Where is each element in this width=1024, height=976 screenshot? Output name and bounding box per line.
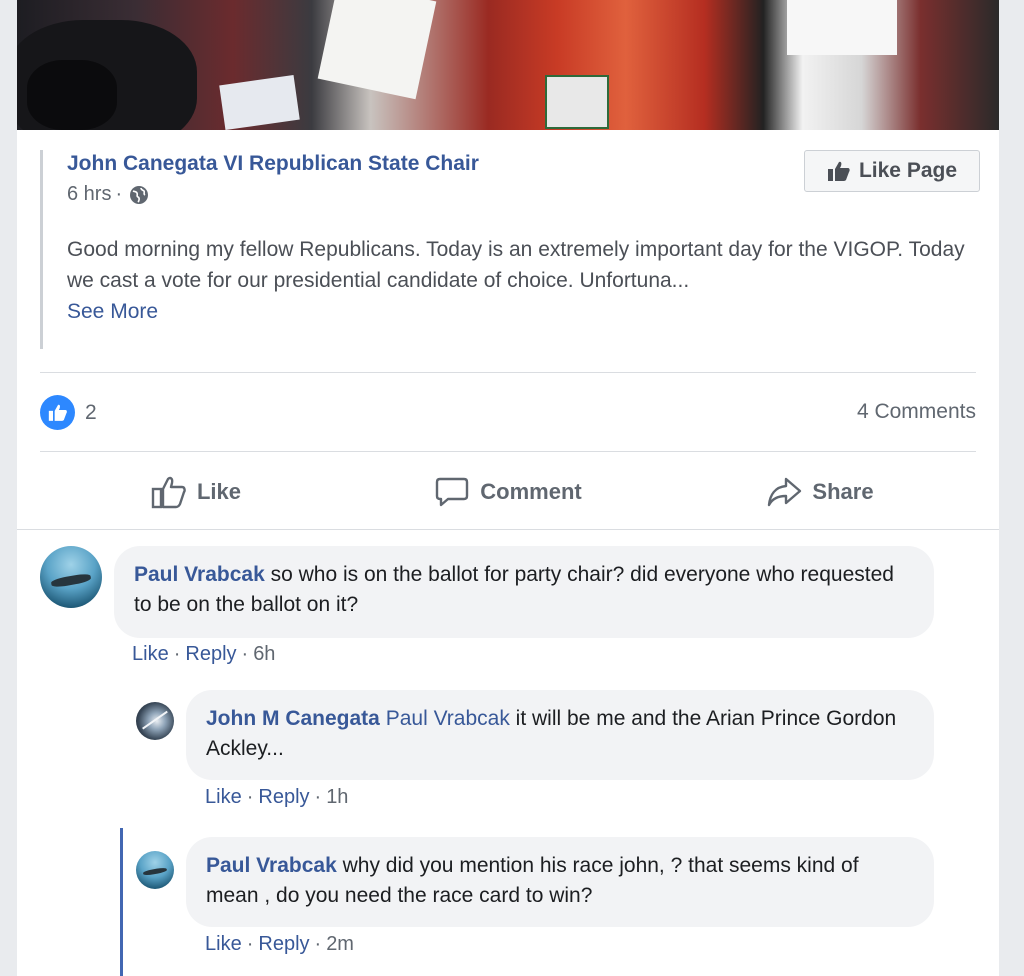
avatar[interactable] [136,702,174,740]
reply-author[interactable]: John M Canegata [206,707,380,730]
comment-reply-link[interactable]: Reply [185,643,236,666]
thumbs-up-outline-icon [151,476,186,509]
reply-time[interactable]: 1h [326,786,348,809]
globe-icon[interactable] [129,185,149,205]
comment-author[interactable]: Paul Vrabcak [134,563,265,586]
avatar[interactable] [40,546,102,608]
share-icon [768,477,802,507]
separator: · [241,643,249,665]
comment-actions: Like · Reply · 6h [132,643,275,666]
like-label: Like [196,479,242,504]
reply-like-link[interactable]: Like [205,786,242,809]
reply-reply-link[interactable]: Reply [258,933,309,956]
reply-bubble: John M Canegata Paul Vrabcak it will be … [186,690,934,780]
new-reply-indicator [120,828,123,976]
post-card: John Canegata VI Republican State Chair … [17,0,999,976]
reaction-summary[interactable]: 2 [40,395,97,430]
post-action-bar: Like Comment Share [40,470,976,514]
see-more-link[interactable]: See More [67,296,987,327]
reply-actions: Like · Reply · 1h [205,786,348,809]
like-reaction-icon [40,395,75,430]
like-page-button[interactable]: Like Page [804,150,980,192]
reply-reply-link[interactable]: Reply [258,786,309,809]
separator: · [246,933,254,955]
reply-bubble: Paul Vrabcak why did you mention his rac… [186,837,934,927]
post-time[interactable]: 6 hrs [67,183,111,206]
comment-icon [436,477,469,507]
post-photo[interactable] [17,0,999,130]
reply-actions: Like · Reply · 2m [205,933,354,956]
avatar[interactable] [136,851,174,889]
comment-label: Comment [480,479,582,504]
like-button[interactable]: Like [40,470,352,514]
divider [40,451,976,452]
mention-link[interactable]: Paul Vrabcak [386,707,510,730]
reply-time[interactable]: 2m [326,933,354,956]
meta-separator: · [115,183,123,205]
separator: · [173,643,181,665]
thumbs-up-icon [827,161,850,181]
comment-bubble: Paul Vrabcak so who is on the ballot for… [114,546,934,638]
comment-count-link[interactable]: 4 Comments [857,400,976,424]
share-label: Share [812,479,874,504]
post-body: Good morning my fellow Republicans. Toda… [67,238,965,292]
post-meta: 6 hrs · [67,183,149,206]
comment-time[interactable]: 6h [253,643,275,666]
reply-like-link[interactable]: Like [205,933,242,956]
shared-post-block: John Canegata VI Republican State Chair … [40,150,980,349]
share-button[interactable]: Share [664,470,976,514]
like-page-label: Like Page [858,159,958,182]
separator: · [246,786,254,808]
reaction-count: 2 [85,400,97,424]
post-text: Good morning my fellow Republicans. Toda… [67,234,987,327]
reply-author[interactable]: Paul Vrabcak [206,854,337,877]
comment-button[interactable]: Comment [352,470,664,514]
separator: · [314,786,322,808]
comments-divider [17,529,999,530]
comment-like-link[interactable]: Like [132,643,169,666]
page-name-link[interactable]: John Canegata VI Republican State Chair [67,152,479,176]
separator: · [314,933,322,955]
divider [40,372,976,373]
